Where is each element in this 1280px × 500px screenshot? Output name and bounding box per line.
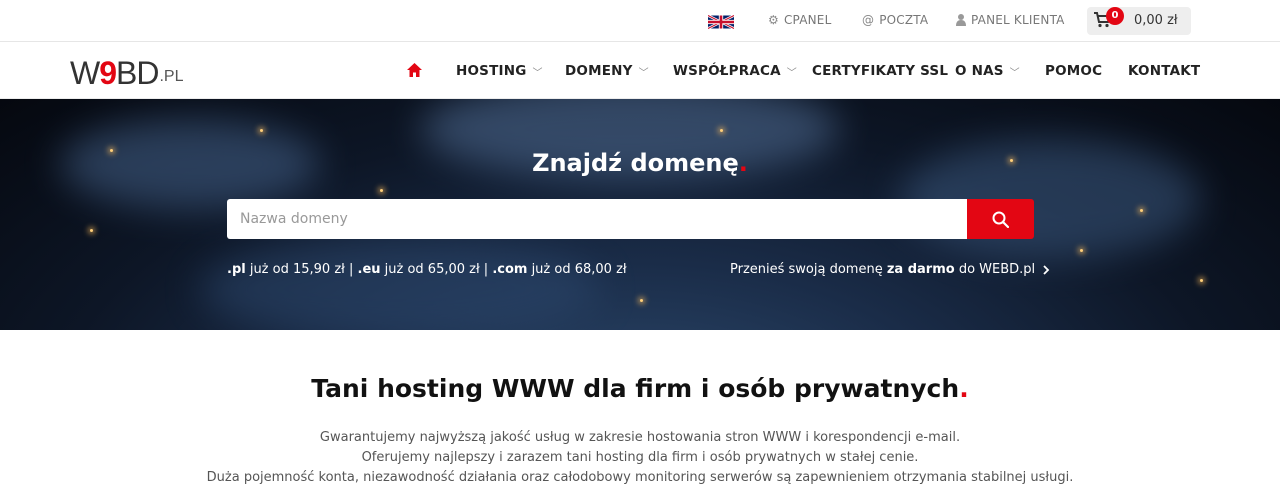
nav-o-nas-label: O NAS — [955, 63, 1004, 79]
nav-certyfikaty-ssl[interactable]: CERTYFIKATY SSL — [812, 63, 948, 79]
description-line: Gwarantujemy najwyższą jakość usług w za… — [319, 430, 961, 445]
price-pl-ext: .pl — [227, 262, 246, 277]
nav-domeny-label: DOMENY — [565, 63, 633, 79]
hero-title: Znajdź domenę. — [0, 149, 1280, 177]
city-light — [1200, 279, 1203, 282]
price-com-ext: .com — [492, 262, 528, 277]
main-title-dot: . — [959, 374, 969, 403]
at-icon: @ — [862, 13, 875, 27]
chevron-down-icon: ﹀ — [1009, 67, 1020, 79]
city-light — [260, 129, 263, 132]
uk-flag-icon[interactable] — [708, 14, 734, 30]
main-title: Tani hosting WWW dla firm i osób prywatn… — [0, 374, 1280, 403]
cpanel-label: CPANEL — [783, 13, 832, 27]
nav-domeny[interactable]: DOMENY ﹀ — [565, 63, 649, 79]
chevron-down-icon: ﹀ — [532, 67, 543, 79]
panel-klienta-link[interactable]: PANEL KLIENTA — [956, 13, 1065, 27]
main-title-text: Tani hosting WWW dla firm i osób prywatn… — [311, 374, 960, 403]
main-description: Gwarantujemy najwyższą jakość usług w za… — [0, 428, 1280, 488]
domain-prices: .pl już od 15,90 zł | .eu już od 65,00 z… — [227, 262, 627, 277]
top-bar: ⚙ CPANEL @ POCZTA PANEL KLIENTA 0 0,00 z… — [0, 0, 1280, 42]
transfer-pre: Przenieś swoją domenę — [730, 262, 887, 277]
city-light — [90, 229, 93, 232]
chevron-right-icon — [1043, 264, 1050, 275]
home-icon[interactable] — [406, 62, 423, 78]
price-com-text: już od 68,00 zł — [527, 262, 627, 277]
transfer-domain-link[interactable]: Przenieś swoją domenę za darmo do WEBD.p… — [730, 262, 1050, 277]
search-button[interactable] — [967, 199, 1034, 239]
cart-count-badge: 0 — [1106, 7, 1124, 25]
transfer-text: Przenieś swoją domenę za darmo do WEBD.p… — [730, 262, 1035, 277]
cart-button[interactable]: 0 0,00 zł — [1087, 7, 1191, 35]
city-light — [1080, 249, 1083, 252]
hero-cloud-glow — [200, 239, 600, 330]
city-light — [720, 129, 723, 132]
cpanel-link[interactable]: ⚙ CPANEL — [768, 13, 831, 27]
poczta-link[interactable]: @ POCZTA — [862, 13, 928, 27]
nav-wspolpraca-label: WSPÓŁPRACA — [673, 63, 781, 79]
chevron-down-icon: ﹀ — [786, 67, 797, 79]
nav-kontakt-label: KONTAKT — [1128, 63, 1201, 79]
hero-title-text: Znajdź domenę — [532, 149, 739, 177]
logo-nine: 9 — [99, 55, 117, 91]
city-light — [380, 189, 383, 192]
hero-title-dot: . — [738, 149, 748, 177]
nav-certyfikaty-label: CERTYFIKATY SSL — [812, 63, 949, 79]
poczta-label: POCZTA — [879, 13, 929, 27]
city-light — [640, 299, 643, 302]
gear-icon: ⚙ — [768, 13, 779, 27]
domain-search-input[interactable] — [227, 199, 968, 239]
nav-pomoc[interactable]: POMOC — [1045, 63, 1102, 79]
logo-w: W — [70, 55, 100, 91]
transfer-bold: za darmo — [886, 262, 955, 277]
main-nav: W 9 BD .PL HOSTING ﹀ DOMENY ﹀ WSPÓŁPRACA… — [0, 42, 1280, 99]
panel-klienta-label: PANEL KLIENTA — [971, 13, 1065, 27]
nav-wspolpraca[interactable]: WSPÓŁPRACA ﹀ — [673, 63, 797, 79]
nav-hosting[interactable]: HOSTING ﹀ — [456, 63, 543, 79]
hero-banner: Znajdź domenę. .pl już od 15,90 zł | .eu… — [0, 99, 1280, 330]
chevron-down-icon: ﹀ — [638, 67, 649, 79]
cart-amount: 0,00 zł — [1134, 13, 1178, 28]
nav-kontakt[interactable]: KONTAKT — [1128, 63, 1200, 79]
nav-pomoc-label: POMOC — [1045, 63, 1103, 79]
description-line: Duża pojemność konta, niezawodność dział… — [206, 470, 1074, 485]
user-icon — [956, 14, 966, 26]
city-light — [1140, 209, 1143, 212]
logo-bd: BD — [116, 55, 159, 91]
logo-pl: .PL — [159, 68, 184, 85]
search-icon — [992, 211, 1009, 228]
nav-o-nas[interactable]: O NAS ﹀ — [955, 63, 1020, 79]
nav-hosting-label: HOSTING — [456, 63, 527, 79]
description-line: Oferujemy najlepszy i zarazem tani hosti… — [361, 450, 919, 465]
price-eu-text: już od 65,00 zł | — [380, 262, 493, 277]
transfer-post: do WEBD.pl — [954, 262, 1036, 277]
logo[interactable]: W 9 BD .PL — [70, 54, 184, 91]
price-eu-ext: .eu — [357, 262, 381, 277]
price-pl-text: już od 15,90 zł | — [245, 262, 358, 277]
